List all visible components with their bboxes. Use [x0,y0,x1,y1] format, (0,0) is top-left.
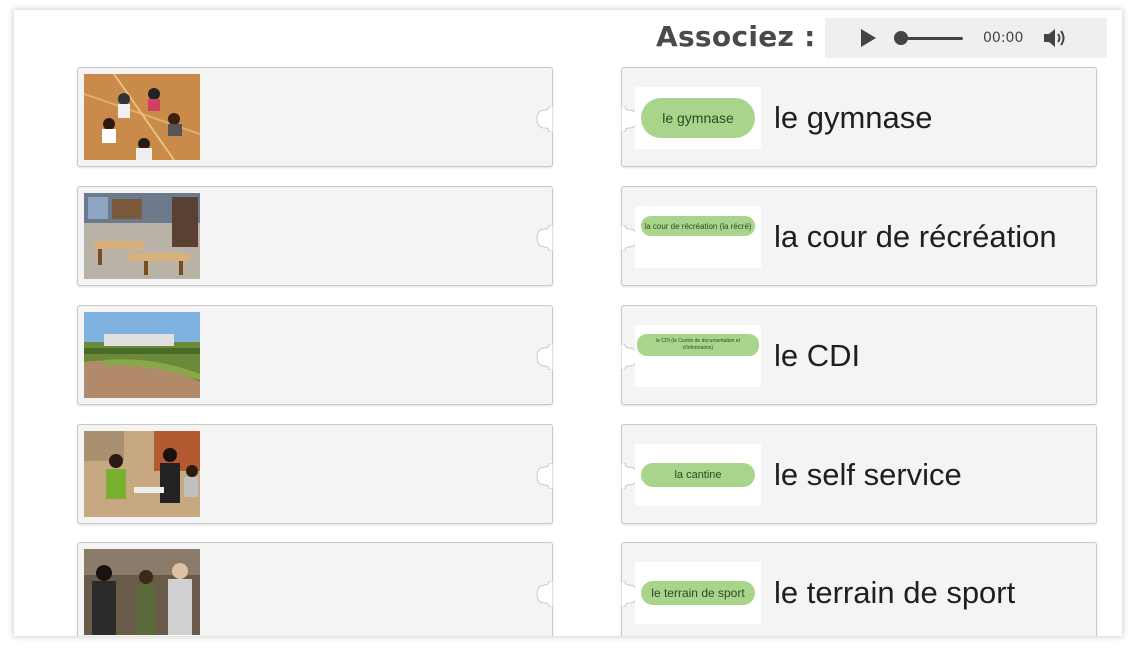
page-title: Associez : [656,20,816,53]
image-card[interactable] [77,305,553,405]
puzzle-notch [536,581,553,607]
answer-tag: le gymnase [641,98,755,138]
image-card[interactable] [77,424,553,524]
exercise-frame: Associez : 00:00 le gymnase le gymnase l… [14,10,1122,636]
answer-card[interactable]: le CDI (le Centre de documentation et d'… [621,305,1097,405]
students-photo [84,549,200,635]
answer-tag: la cour de récréation (la récré) [641,216,755,236]
drag-tile[interactable]: la cour de récréation (la récré) [635,206,761,268]
cafeteria-photo [84,431,200,517]
puzzle-notch [536,225,553,251]
audio-player: 00:00 [825,18,1107,58]
library-photo [84,193,200,279]
volume-icon[interactable] [1042,27,1068,49]
answer-tag: la cantine [641,463,755,487]
answer-card[interactable]: la cantine le self service [621,424,1097,524]
answer-tag: le CDI (le Centre de documentation et d'… [637,334,759,356]
answer-tag: le terrain de sport [641,581,755,605]
answer-label: le self service [774,456,962,492]
audio-progress-track[interactable] [901,37,963,40]
image-card[interactable] [77,542,553,636]
drag-tile[interactable]: le CDI (le Centre de documentation et d'… [635,325,761,387]
schoolyard-photo [84,312,200,398]
image-card[interactable] [77,186,553,286]
answer-label: la cour de récréation [774,218,1057,254]
audio-progress-knob[interactable] [894,31,908,45]
puzzle-notch [536,463,553,489]
audio-time: 00:00 [983,30,1024,46]
answer-card[interactable]: le gymnase le gymnase [621,67,1097,167]
puzzle-notch [536,344,553,370]
play-icon[interactable] [861,29,876,47]
drag-tile[interactable]: le gymnase [635,87,761,149]
gym-photo [84,74,200,160]
drag-tile[interactable]: le terrain de sport [635,562,761,624]
answer-label: le gymnase [774,99,933,135]
drag-tile[interactable]: la cantine [635,444,761,506]
answer-card[interactable]: la cour de récréation (la récré) la cour… [621,186,1097,286]
answer-label: le CDI [774,337,861,373]
answer-label: le terrain de sport [774,574,1016,610]
image-card[interactable] [77,67,553,167]
answer-card[interactable]: le terrain de sport le terrain de sport [621,542,1097,636]
puzzle-notch [536,106,553,132]
